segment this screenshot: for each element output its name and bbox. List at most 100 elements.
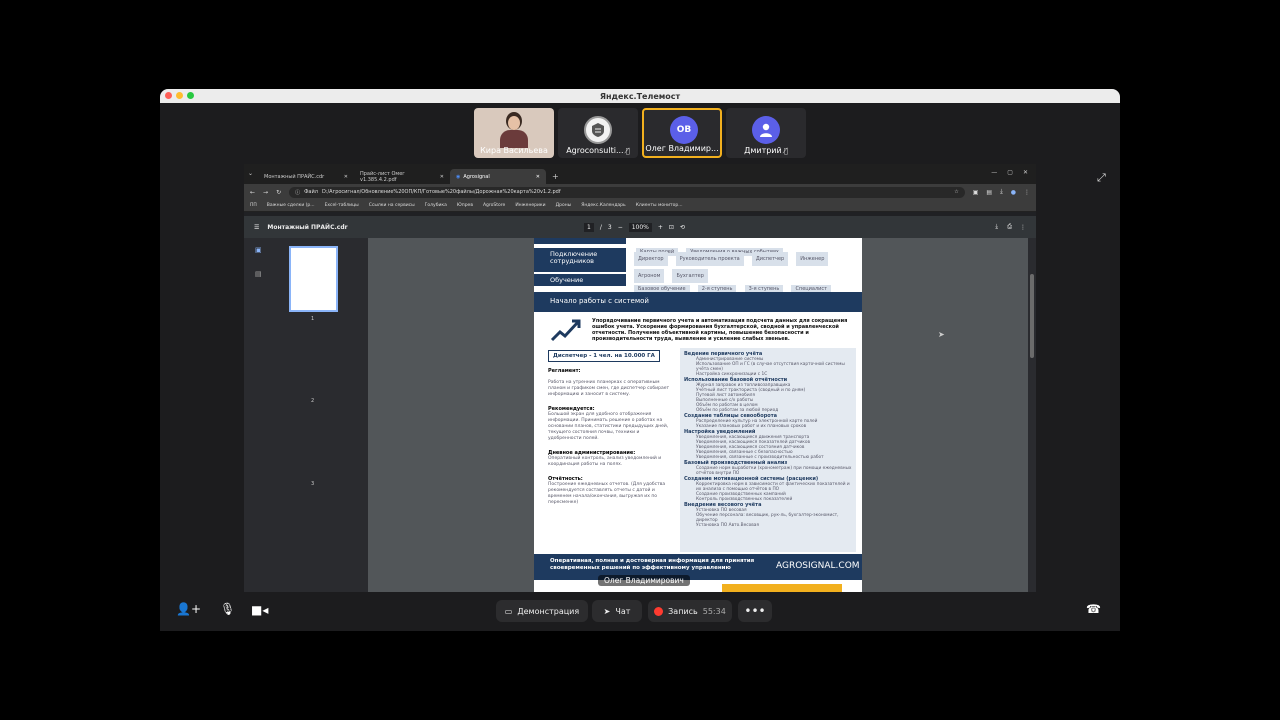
back-icon[interactable]: ← bbox=[250, 189, 255, 196]
section-title: Начало работы с системой bbox=[534, 292, 862, 312]
url-prefix: Файл bbox=[304, 189, 318, 195]
pdf-filename: Монтажный ПРАЙС.cdr bbox=[267, 223, 348, 231]
pdf-toolbar: ☰ Монтажный ПРАЙС.cdr 1 / 3 − 100% + ⊡ ⟲… bbox=[244, 216, 1036, 238]
url-text: D:/Агросигнал/Обновление%20ОП/КП/Готовые… bbox=[321, 189, 561, 195]
add-participant-icon[interactable]: 👤+ bbox=[176, 602, 201, 616]
agroconsulting-logo-icon bbox=[584, 116, 612, 144]
record-label: Запись bbox=[668, 606, 698, 616]
participant-name: Дмитрий bbox=[744, 146, 782, 155]
right-column: Ведение первичного учёта Администрировани… bbox=[680, 348, 856, 552]
screen-share: ⌄ Монтажный ПРАЙС.cdr ✕ Прайс-лист Омег v… bbox=[244, 164, 1036, 592]
minimize-window-button[interactable] bbox=[176, 92, 183, 99]
page-number-input[interactable]: 1 bbox=[584, 222, 594, 232]
profile-icon[interactable]: ● bbox=[1011, 189, 1016, 196]
participant-name: Олег Владимир... bbox=[645, 144, 719, 153]
rotate-icon[interactable]: ⟲ bbox=[680, 224, 685, 231]
download-icon[interactable]: ⤓ bbox=[995, 223, 998, 231]
bookmark-item[interactable]: Клиенты монитор... bbox=[636, 203, 683, 208]
participant-name-row: Дмитрий 🎙̸ bbox=[726, 146, 806, 155]
participant-tile-1[interactable]: Кира Васильева bbox=[474, 108, 554, 158]
pdf-menu-icon[interactable]: ☰ bbox=[254, 224, 259, 231]
tab-close-icon[interactable]: ✕ bbox=[440, 174, 444, 180]
tab-close-icon[interactable]: ✕ bbox=[344, 174, 348, 180]
outline-icon[interactable]: ▤ bbox=[255, 270, 262, 278]
demonstration-button[interactable]: ▭ Демонстрация bbox=[496, 600, 588, 622]
bookmark-item[interactable]: Голубика bbox=[425, 203, 447, 208]
tab-search-icon[interactable]: ⌄ bbox=[248, 170, 253, 177]
block-text: Работа на утренних планерках с оперативн… bbox=[548, 380, 670, 397]
bookmark-item[interactable]: AgroStore bbox=[483, 203, 505, 208]
url-bar[interactable]: ⓘ Файл D:/Агросигнал/Обновление%20ОП/КП/… bbox=[289, 186, 965, 198]
tab-title: Монтажный ПРАЙС.cdr bbox=[264, 173, 325, 180]
menu-icon[interactable]: ⋮ bbox=[1024, 189, 1030, 196]
tab-title: Agrosignal bbox=[463, 173, 490, 180]
pdf-scrollbar[interactable] bbox=[1028, 238, 1036, 592]
close-icon[interactable]: ✕ bbox=[1023, 169, 1028, 176]
pdf-more-icon[interactable]: ⋮ bbox=[1020, 224, 1026, 231]
bookmark-item[interactable]: Дроны bbox=[556, 203, 572, 208]
mic-off-icon: 🎙̸ bbox=[625, 147, 630, 155]
browser-tab-2[interactable]: Прайс-лист Омег v1.385.4.2.pdf ✕ bbox=[354, 169, 450, 184]
fit-page-icon[interactable]: ⊡ bbox=[669, 224, 674, 231]
zoom-in-icon[interactable]: + bbox=[658, 224, 663, 231]
block-text: Оперативный контроль, анализ уведомлений… bbox=[548, 456, 662, 467]
new-tab-icon[interactable]: + bbox=[546, 172, 565, 184]
browser-tabstrip: ⌄ Монтажный ПРАЙС.cdr ✕ Прайс-лист Омег v… bbox=[244, 164, 1036, 184]
presenter-caption: Олег Владимирович bbox=[598, 575, 690, 586]
next-page-accent bbox=[722, 584, 842, 592]
forward-icon[interactable]: → bbox=[263, 189, 268, 196]
zoom-input[interactable]: 100% bbox=[628, 222, 652, 232]
browser-window-controls: — ▢ ✕ bbox=[991, 169, 1028, 176]
growth-chart-icon bbox=[550, 318, 582, 346]
more-options-button[interactable]: ••• bbox=[738, 600, 772, 622]
thumbnail-label: 1 bbox=[311, 316, 315, 322]
row-label-partial bbox=[534, 238, 626, 244]
bookmark-item[interactable]: Юпрев bbox=[457, 203, 473, 208]
participant-name: Кира Васильева bbox=[480, 146, 548, 155]
footer-brand: AGROSIGNAL.COM bbox=[776, 561, 860, 571]
thumbnails-icon[interactable]: ▣ bbox=[255, 246, 262, 254]
maximize-icon[interactable]: ▢ bbox=[1007, 169, 1013, 176]
right-section-item: Корректировка норм в зависимости от факт… bbox=[696, 482, 850, 492]
tab-close-icon[interactable]: ✕ bbox=[536, 174, 540, 180]
bookmark-item[interactable]: Ссылки на сервисы bbox=[369, 203, 415, 208]
browser-tab-1[interactable]: Монтажный ПРАЙС.cdr ✕ bbox=[258, 169, 354, 184]
microphone-icon[interactable]: 🎙 bbox=[220, 602, 235, 616]
pdf-viewport[interactable]: Карты полей Уведомления о важных события… bbox=[368, 238, 1028, 592]
hang-up-icon[interactable]: ☎ bbox=[1086, 602, 1101, 616]
thumbnail-page-1[interactable] bbox=[289, 246, 338, 312]
zoom-window-button[interactable] bbox=[187, 92, 194, 99]
bookmark-star-icon[interactable]: ☆ bbox=[954, 189, 958, 195]
extensions-icon[interactable]: ▣ bbox=[973, 189, 979, 196]
bookmark-item[interactable]: Инженерики bbox=[515, 203, 545, 208]
screen-share-icon: ▭ bbox=[504, 606, 513, 616]
globe-icon: ◉ bbox=[456, 173, 461, 180]
bookmark-item[interactable]: Excel-таблицы bbox=[325, 203, 359, 208]
minimize-icon[interactable]: — bbox=[991, 169, 997, 176]
fullscreen-icon[interactable]: ⤢ bbox=[1097, 171, 1106, 185]
participant-tile-3-speaking[interactable]: ОВ Олег Владимир... bbox=[642, 108, 722, 158]
bookmark-item[interactable]: Яндекс.Календарь bbox=[581, 203, 626, 208]
bookmark-item[interactable]: ПП bbox=[250, 203, 257, 208]
participant-tile-4[interactable]: Дмитрий 🎙̸ bbox=[726, 108, 806, 158]
thumbnail-label: 2 bbox=[311, 398, 315, 404]
participant-video bbox=[500, 112, 528, 148]
record-icon bbox=[654, 606, 664, 616]
block-text: Большой экран для удобного отображения и… bbox=[548, 412, 669, 441]
chat-button[interactable]: ➤ Чат bbox=[592, 600, 642, 622]
print-icon[interactable]: ⎙ bbox=[1007, 223, 1012, 231]
demonstration-label: Демонстрация bbox=[517, 606, 580, 616]
record-button[interactable]: Запись 55:34 bbox=[648, 600, 732, 622]
zoom-out-icon[interactable]: − bbox=[618, 224, 623, 231]
camera-icon[interactable]: ■◂ bbox=[251, 603, 268, 617]
bookmark-item[interactable]: Важные сделки (р... bbox=[267, 203, 315, 208]
participant-tile-2[interactable]: Agroconsulti... 🎙̸ bbox=[558, 108, 638, 158]
browser-tab-3[interactable]: ◉ Agrosignal ✕ bbox=[450, 169, 546, 184]
downloads-icon[interactable]: ⤓ bbox=[1000, 188, 1003, 196]
close-window-button[interactable] bbox=[165, 92, 172, 99]
reload-icon[interactable]: ↻ bbox=[276, 189, 281, 196]
sidepanel-icon[interactable]: ▤ bbox=[986, 189, 992, 196]
scrollbar-thumb[interactable] bbox=[1030, 274, 1034, 358]
avatar: ОВ bbox=[670, 116, 698, 144]
mic-off-icon: 🎙̸ bbox=[783, 147, 788, 155]
